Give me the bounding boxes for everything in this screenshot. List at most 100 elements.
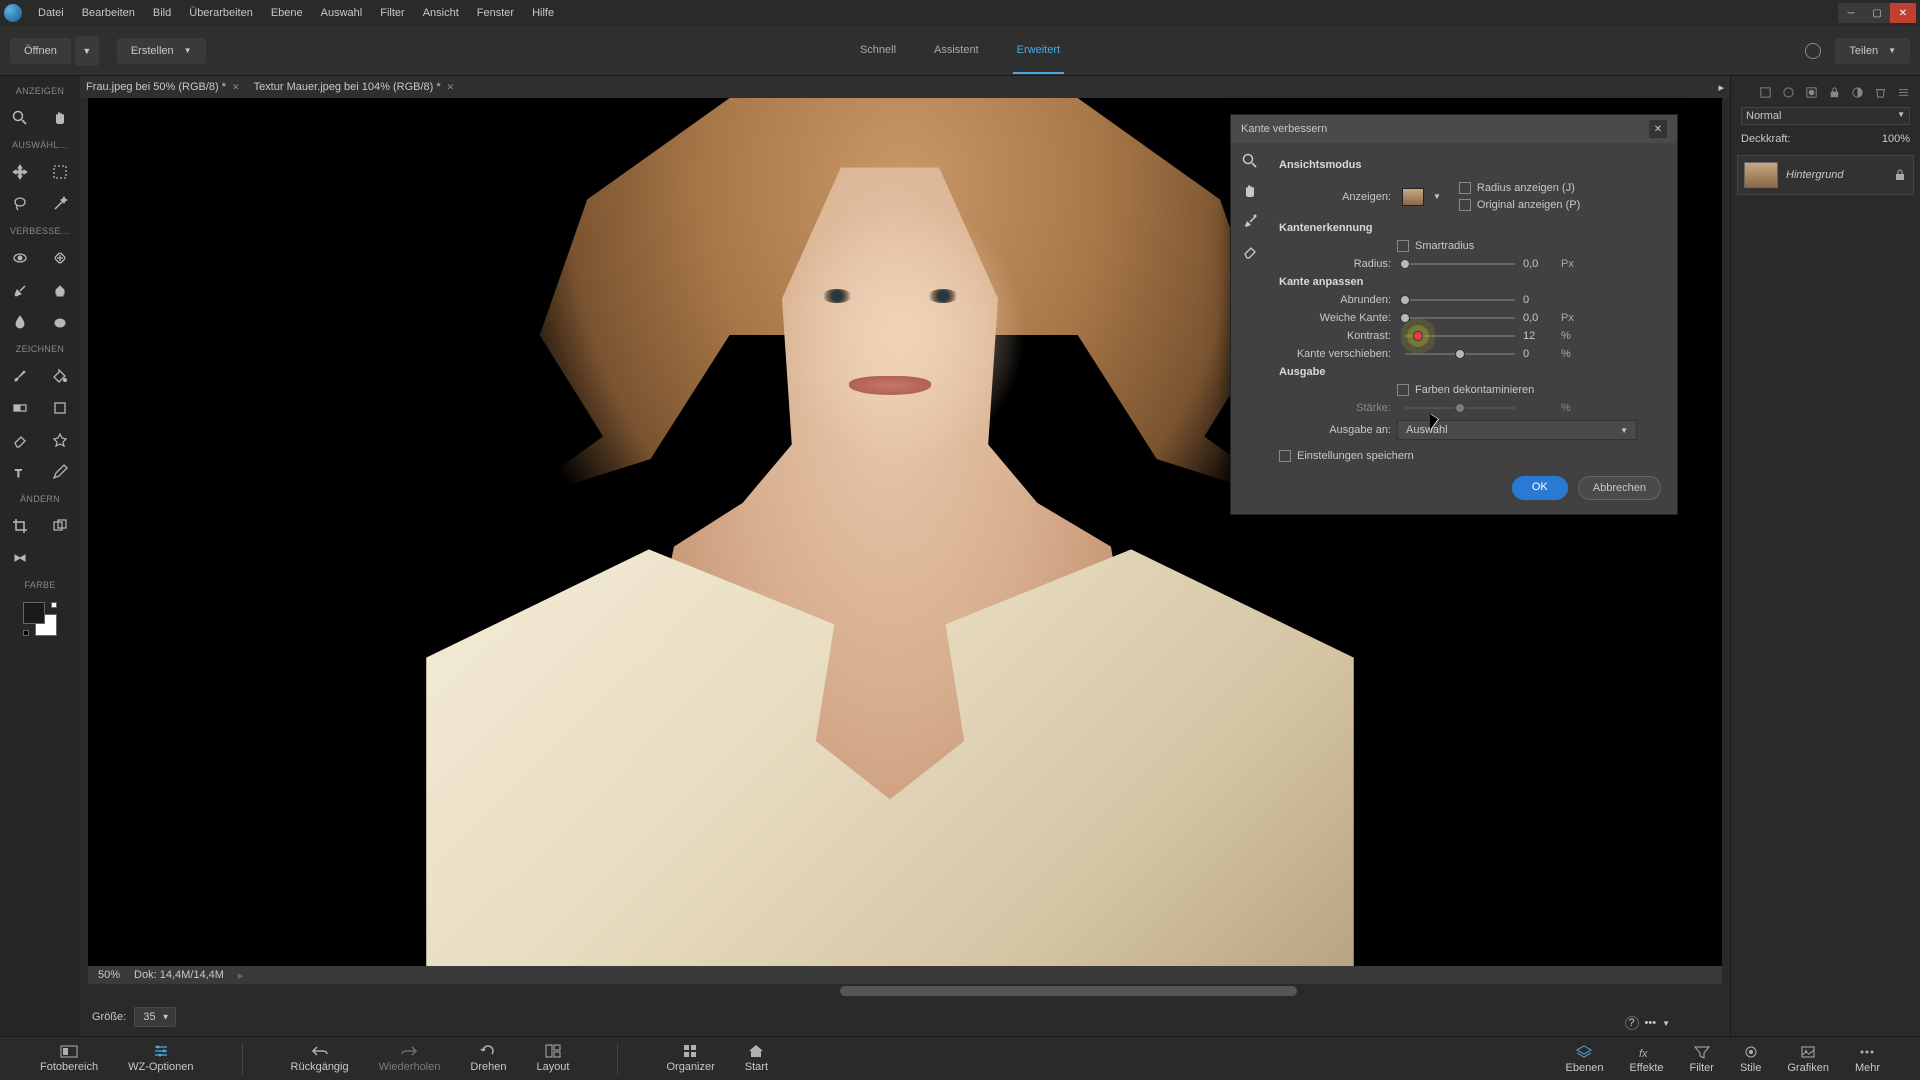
menu-file[interactable]: Datei [30, 3, 72, 23]
zoom-tool[interactable] [0, 102, 40, 134]
save-settings-checkbox[interactable] [1279, 450, 1291, 462]
maximize-button[interactable]: ▢ [1864, 3, 1890, 23]
layer-thumbnail[interactable] [1744, 162, 1778, 188]
default-colors-icon[interactable] [23, 630, 29, 636]
rotate-button[interactable]: Drehen [470, 1043, 506, 1075]
color-swatches[interactable] [23, 602, 57, 636]
radius-value[interactable]: 0,0 [1523, 258, 1561, 270]
fx-icon[interactable] [1782, 86, 1795, 99]
wand-tool[interactable] [40, 188, 80, 220]
ok-button[interactable]: OK [1512, 476, 1568, 500]
shift-slider[interactable] [1405, 353, 1515, 355]
create-button[interactable]: Erstellen▼ [117, 38, 206, 64]
minimize-button[interactable]: ─ [1838, 3, 1864, 23]
cancel-button[interactable]: Abbrechen [1578, 476, 1661, 500]
blur-tool[interactable] [0, 306, 40, 338]
tab-overflow-icon[interactable]: ▸ [1718, 81, 1724, 94]
menu-enhance[interactable]: Überarbeiten [181, 3, 261, 23]
styles-panel-button[interactable]: Stile [1740, 1044, 1761, 1074]
redeye-tool[interactable] [0, 242, 40, 274]
share-button[interactable]: Teilen▼ [1835, 38, 1910, 64]
doc-tab-1[interactable]: Frau.jpeg bei 50% (RGB/8) *✕ [86, 81, 240, 93]
more-button[interactable]: Mehr [1855, 1044, 1880, 1074]
radius-slider[interactable] [1405, 263, 1515, 265]
crop-tool[interactable] [0, 510, 40, 542]
close-button[interactable]: ✕ [1890, 3, 1916, 23]
straighten-tool[interactable] [40, 542, 80, 574]
smart-brush-tool[interactable] [0, 274, 40, 306]
layers-panel-button[interactable]: Ebenen [1566, 1044, 1604, 1074]
new-layer-icon[interactable] [1759, 86, 1772, 99]
menu-image[interactable]: Bild [145, 3, 179, 23]
refine-brush-icon[interactable] [1242, 213, 1258, 229]
smooth-value[interactable]: 0 [1523, 294, 1561, 306]
menu-layer[interactable]: Ebene [263, 3, 311, 23]
tab-expert[interactable]: Erweitert [1013, 28, 1064, 74]
text-tool[interactable]: T [0, 456, 40, 488]
menu-select[interactable]: Auswahl [313, 3, 371, 23]
show-original-checkbox[interactable] [1459, 199, 1471, 211]
dialog-titlebar[interactable]: Kante verbessern ✕ [1231, 115, 1677, 143]
zoom-level[interactable]: 50% [98, 969, 120, 981]
adjust-icon[interactable] [1851, 86, 1864, 99]
show-radius-checkbox[interactable] [1459, 182, 1471, 194]
brush-tool[interactable] [0, 360, 40, 392]
doc-tab-2[interactable]: Textur Mauer.jpeg bei 104% (RGB/8) *✕ [254, 81, 455, 93]
mask-icon[interactable] [1805, 86, 1818, 99]
open-button[interactable]: Öffnen [10, 38, 71, 64]
erase-refine-icon[interactable] [1242, 243, 1258, 259]
menu-filter[interactable]: Filter [372, 3, 412, 23]
tab-quick[interactable]: Schnell [856, 28, 900, 74]
menu-view[interactable]: Ansicht [415, 3, 467, 23]
foreground-color[interactable] [23, 602, 45, 624]
tab-guided[interactable]: Assistent [930, 28, 983, 74]
contrast-slider[interactable] [1405, 335, 1515, 337]
layer-name[interactable]: Hintergrund [1786, 169, 1843, 181]
marquee-tool[interactable] [40, 156, 80, 188]
menu-help[interactable]: Hilfe [524, 3, 562, 23]
help-hint[interactable]: ?•••▼ [1625, 1016, 1670, 1030]
tool-options-button[interactable]: WZ-Optionen [128, 1043, 193, 1075]
trash-icon[interactable] [1874, 86, 1887, 99]
zoom-tool-icon[interactable] [1242, 153, 1258, 169]
opacity-value[interactable]: 100% [1882, 133, 1910, 145]
menu-edit[interactable]: Bearbeiten [74, 3, 143, 23]
view-dropdown-icon[interactable]: ▼ [1433, 192, 1441, 201]
feather-slider[interactable] [1405, 317, 1515, 319]
content-aware-move-tool[interactable] [0, 542, 40, 574]
dialog-close-button[interactable]: ✕ [1649, 120, 1667, 138]
spot-heal-tool[interactable] [40, 242, 80, 274]
theme-toggle-icon[interactable] [1805, 43, 1821, 59]
shift-value[interactable]: 0 [1523, 348, 1561, 360]
layer-row[interactable]: Hintergrund [1737, 155, 1914, 195]
size-select[interactable]: 35▼ [134, 1007, 176, 1027]
lasso-tool[interactable] [0, 188, 40, 220]
layer-lock-icon[interactable] [1893, 168, 1907, 182]
organizer-button[interactable]: Organizer [666, 1043, 714, 1075]
hand-tool-icon[interactable] [1242, 183, 1258, 199]
photobin-button[interactable]: Fotobereich [40, 1043, 98, 1075]
contrast-value[interactable]: 12 [1523, 330, 1561, 342]
output-select[interactable]: Auswahl▼ [1397, 420, 1637, 440]
horizontal-scrollbar[interactable] [88, 984, 1722, 998]
shape-tool[interactable] [40, 392, 80, 424]
close-tab-icon[interactable]: ✕ [232, 82, 240, 93]
close-tab-icon[interactable]: ✕ [447, 82, 455, 93]
smart-radius-checkbox[interactable] [1397, 240, 1409, 252]
redo-button[interactable]: Wiederholen [379, 1043, 441, 1075]
hand-tool[interactable] [40, 102, 80, 134]
pencil-tool[interactable] [40, 456, 80, 488]
menu-window[interactable]: Fenster [469, 3, 522, 23]
paint-bucket-tool[interactable] [40, 360, 80, 392]
recompose-tool[interactable] [40, 510, 80, 542]
clone-tool[interactable] [40, 274, 80, 306]
eraser-tool[interactable] [0, 424, 40, 456]
lock-icon[interactable] [1828, 86, 1841, 99]
open-dropdown[interactable]: ▼ [75, 36, 99, 66]
panel-menu-icon[interactable] [1897, 86, 1910, 99]
cookie-cutter-tool[interactable] [40, 424, 80, 456]
filter-panel-button[interactable]: Filter [1690, 1044, 1714, 1074]
smooth-slider[interactable] [1405, 299, 1515, 301]
swap-colors-icon[interactable] [51, 602, 57, 608]
effects-panel-button[interactable]: fxEffekte [1629, 1044, 1663, 1074]
